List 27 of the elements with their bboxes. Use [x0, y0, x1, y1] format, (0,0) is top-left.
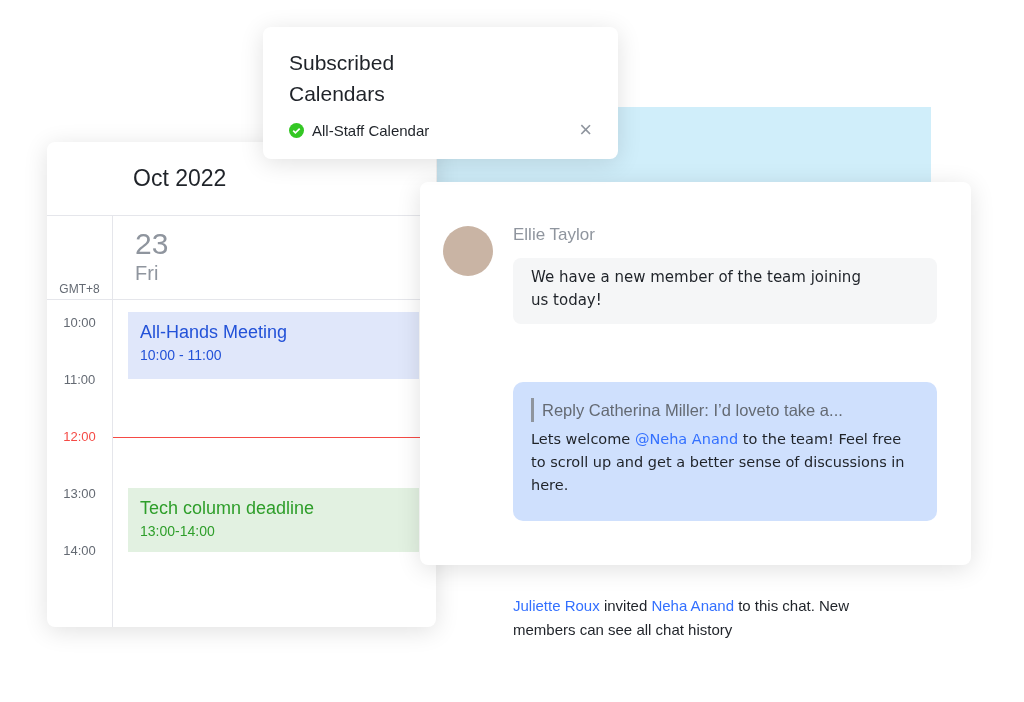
sender-name: Ellie Taylor — [513, 224, 596, 246]
user-link[interactable]: Neha Anand — [651, 597, 734, 614]
user-link[interactable]: Juliette Roux — [513, 597, 600, 614]
day-number: 23 — [135, 228, 170, 260]
hour-label: 14:00 — [62, 542, 97, 560]
hour-label: 13:00 — [62, 485, 97, 503]
calendar-event[interactable]: All-Hands Meeting 10:00 - 11:00 — [128, 312, 419, 379]
mention-link[interactable]: @Neha Anand — [634, 431, 739, 447]
message-bubble: We have a new member of the team joining us today! — [513, 258, 937, 324]
weekday-label: Fri — [135, 261, 160, 286]
avatar — [443, 226, 493, 276]
calendar-event[interactable]: Tech column deadline 13:00-14:00 — [128, 488, 419, 552]
reply-quote: Reply Catherina Miller: I’d loveto take a... — [531, 398, 919, 422]
hour-label: 10:00 — [62, 314, 97, 332]
event-time: 10:00 - 11:00 — [140, 347, 223, 363]
close-button[interactable]: × — [579, 119, 592, 141]
hour-label: 11:00 — [62, 371, 97, 389]
system-message: Juliette Roux invited Neha Anand to this chat. New members can see all chat history — [513, 596, 851, 640]
event-title: Tech column deadline — [140, 498, 316, 519]
month-title: Oct 2022 — [133, 165, 227, 192]
calendar-name: All-Staff Calendar — [312, 121, 431, 139]
hour-label: 12:00 — [62, 428, 97, 446]
event-time: 13:00-14:00 — [140, 523, 216, 539]
popup-title: Subscribed Calendars — [289, 50, 396, 107]
event-title: All-Hands Meeting — [140, 322, 289, 343]
timezone-label: GMT+8 — [59, 282, 100, 296]
reply-message: Lets welcome @Neha Anand to the team! Feel free to scroll up and get a better sense of discussions in here. — [531, 430, 906, 495]
